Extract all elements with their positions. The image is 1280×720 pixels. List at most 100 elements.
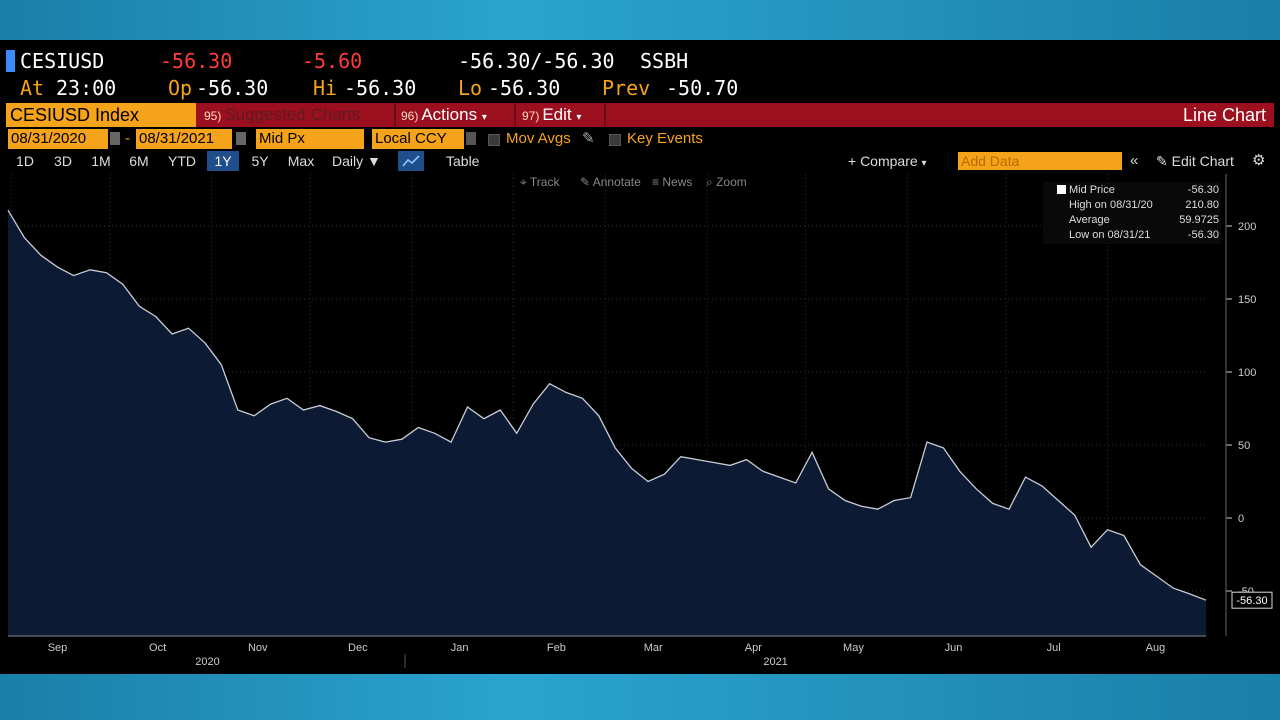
annotate-icon: ✎ (580, 175, 591, 189)
date-dash: - (125, 130, 130, 147)
range-1y[interactable]: 1Y (207, 151, 239, 171)
title-bar (6, 103, 1274, 127)
suggested-charts-num: 95) (204, 109, 222, 123)
chevron-down-icon[interactable] (466, 132, 476, 145)
x-axis: Sep Oct Nov Dec Jan Feb Mar Apr May Jun Jul Aug 2020… (8, 635, 1206, 668)
open-label: Op (168, 76, 193, 100)
price-field-select[interactable]: Mid Px (256, 129, 364, 149)
y-tick-label: 200 (1238, 221, 1256, 233)
at-time: 23:00 (56, 76, 117, 100)
add-data-input[interactable]: Add Data (958, 152, 1122, 170)
cursor-block (6, 50, 15, 72)
key-events-checkbox[interactable] (609, 134, 621, 146)
calendar-icon[interactable] (236, 132, 246, 145)
low-label: Lo (458, 76, 483, 100)
legend-average: Average 59.9725 (1069, 213, 1219, 227)
legend-mid-price-value: -56.30 (1187, 184, 1219, 196)
legend-mid-price-label: Mid Price (1069, 184, 1115, 196)
frequency-label: Daily (332, 153, 364, 169)
y-tick-label: 100 (1238, 367, 1256, 379)
range-5y[interactable]: 5Y (244, 151, 276, 171)
high-value: -56.30 (344, 76, 417, 100)
line-chart-icon[interactable] (398, 151, 424, 171)
table-button[interactable]: Table (446, 151, 479, 171)
caret-down-icon: ▾ (576, 112, 582, 123)
gear-icon[interactable]: ⚙ (1252, 151, 1265, 171)
pencil-icon: ✎ (1156, 153, 1168, 169)
price-area-fill (8, 210, 1206, 636)
prev-value: -50.70 (666, 76, 739, 100)
mov-avgs-checkbox[interactable] (488, 134, 500, 146)
prev-label: Prev (602, 76, 651, 100)
security-name[interactable]: CESIUSD Index (6, 103, 196, 127)
triangle-down-icon: ▼ (367, 153, 381, 169)
x-month-label: Oct (149, 642, 166, 654)
bottom-frame-band (0, 674, 1280, 720)
last-price: -56.30 (160, 49, 233, 73)
edit-menu[interactable]: 97) Edit ▾ (522, 103, 581, 127)
at-label: At (20, 76, 45, 100)
y-tick-label: 150 (1238, 294, 1256, 306)
range-max[interactable]: Max (283, 151, 319, 171)
series-swatch (1057, 185, 1066, 194)
start-date-field[interactable]: 08/31/2020 (8, 129, 108, 149)
net-change: -5.60 (302, 49, 363, 73)
actions-num: 96) (401, 109, 419, 123)
frequency-select[interactable]: Daily ▼ (332, 151, 381, 171)
range-1m[interactable]: 1M (86, 151, 116, 171)
legend-high: High on 08/31/20 210.80 (1069, 198, 1219, 212)
x-month-label: May (843, 642, 864, 654)
price-chart[interactable]: 200150100500-50-56.30 SepOctNovDecJanFeb… (0, 174, 1280, 674)
legend-low-value: -56.30 (1187, 229, 1219, 241)
caret-down-icon: ▾ (921, 158, 927, 169)
legend-average-value: 59.9725 (1179, 214, 1219, 226)
terminal-screen: CESIUSD -56.30 -5.60 -56.30/-56.30 SSBH … (0, 40, 1280, 674)
title-separator (514, 103, 516, 127)
y-axis: 200150100500-50-56.30 (1225, 174, 1273, 636)
currency-select[interactable]: Local CCY (372, 129, 464, 149)
range-3d[interactable]: 3D (48, 151, 78, 171)
suggested-charts-button[interactable]: 95) Suggested Charts (204, 103, 360, 127)
end-date-field[interactable]: 08/31/2021 (136, 129, 232, 149)
range-1d[interactable]: 1D (10, 151, 40, 171)
x-month-label: Feb (547, 642, 566, 654)
y-tick-label: 50 (1238, 440, 1250, 452)
track-tool[interactable]: ⌖ Track (520, 174, 559, 190)
collapse-icon[interactable]: « (1130, 151, 1138, 171)
annotate-tool[interactable]: ✎ Annotate (580, 174, 641, 190)
high-label: Hi (313, 76, 338, 100)
chart-area[interactable]: 200150100500-50-56.30 SepOctNovDecJanFeb… (0, 174, 1280, 674)
top-frame-band (0, 0, 1280, 40)
range-ytd[interactable]: YTD (162, 151, 202, 171)
x-month-label: Sep (48, 642, 68, 654)
actions-label: Actions (421, 105, 478, 124)
pencil-icon[interactable]: ✎ (582, 129, 595, 149)
news-label: News (662, 175, 693, 189)
annotate-label: Annotate (592, 175, 641, 189)
chart-legend: Mid Price -56.30 High on 08/31/20 210.80 A… (1043, 182, 1221, 244)
x-month-label: Mar (644, 642, 663, 654)
calendar-icon[interactable] (110, 132, 120, 145)
low-value: -56.30 (488, 76, 561, 100)
news-tool[interactable]: ≡ News (652, 174, 692, 190)
news-icon: ≡ (652, 175, 660, 189)
actions-menu[interactable]: 96) Actions ▾ (401, 103, 487, 127)
caret-down-icon: ▾ (481, 112, 487, 123)
range-6m[interactable]: 6M (124, 151, 154, 171)
zoom-tool[interactable]: ⌕ Zoom (706, 174, 747, 190)
compare-label: + Compare (848, 153, 918, 169)
open-value: -56.30 (196, 76, 269, 100)
chart-type-label: Line Chart (1182, 105, 1266, 125)
compare-button[interactable]: + Compare ▾ (848, 151, 927, 171)
legend-high-label: High on 08/31/20 (1069, 199, 1153, 211)
edit-chart-button[interactable]: ✎ Edit Chart (1156, 151, 1234, 171)
legend-average-label: Average (1069, 214, 1110, 226)
legend-low: Low on 08/31/21 -56.30 (1069, 228, 1219, 242)
legend-low-label: Low on 08/31/21 (1069, 229, 1151, 241)
magnifier-icon: ⌕ (706, 175, 713, 189)
title-separator (604, 103, 606, 127)
mov-avgs-label: Mov Avgs (506, 130, 571, 147)
x-month-label: Apr (745, 642, 762, 654)
bid-ask: -56.30/-56.30 (458, 49, 615, 73)
ticker: CESIUSD (20, 49, 105, 73)
